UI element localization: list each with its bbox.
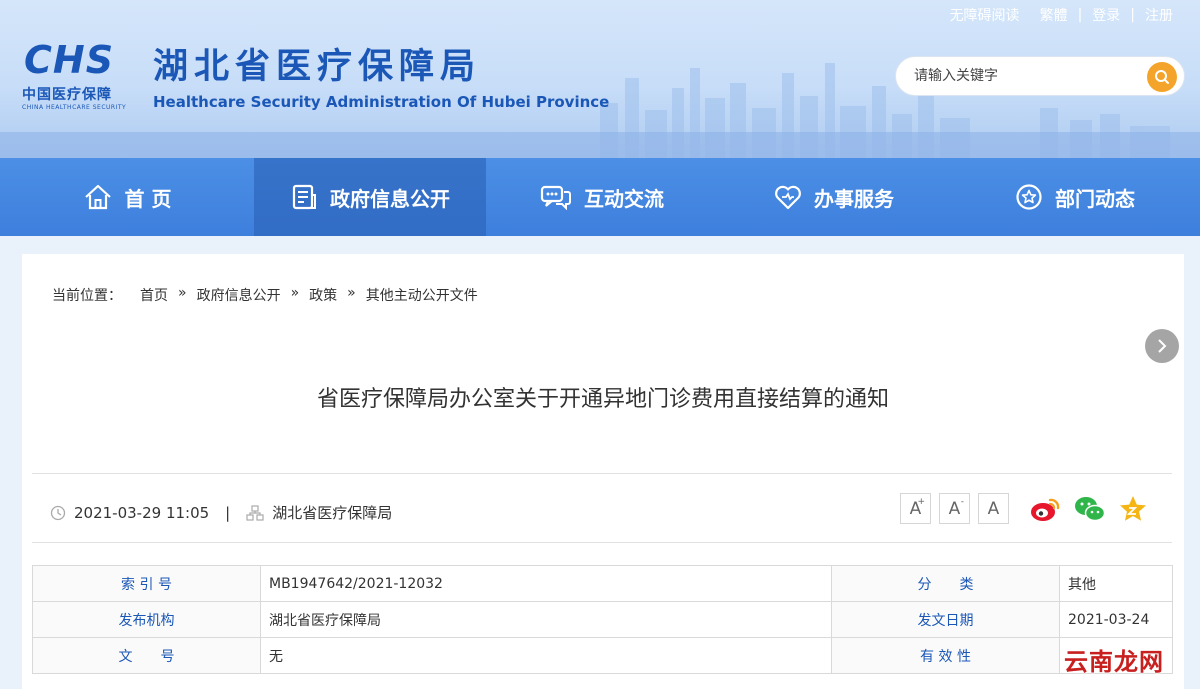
watermark-logo: 云南龙网: [1064, 648, 1164, 676]
document-source: 湖北省医疗保障局: [272, 504, 393, 522]
nav-item-interaction[interactable]: 互动交流: [486, 158, 718, 236]
top-links: 无障碍阅读 繁體 | 登录 | 注册: [950, 5, 1173, 25]
table-value: MB1947642/2021-12032: [260, 565, 832, 602]
search-box: [895, 56, 1185, 96]
table-key: 发文日期: [831, 601, 1060, 638]
table-key: 索 引 号: [32, 565, 261, 602]
breadcrumb-government-info[interactable]: 政府信息公开: [197, 285, 281, 305]
logo-english-name: CHINA HEALTHCARE SECURITY: [22, 104, 127, 111]
nav-item-government-info[interactable]: 政府信息公开: [254, 158, 486, 236]
font-increase-button[interactable]: A +: [900, 493, 931, 524]
table-row: 索 引 号 MB1947642/2021-12032 分 类 其他: [32, 565, 1173, 602]
chat-icon: [540, 185, 571, 210]
breadcrumb-separator: »: [178, 285, 187, 301]
breadcrumb: 当前位置： 首页 » 政府信息公开 » 政策 » 其他主动公开文件: [52, 285, 478, 305]
breadcrumb-label: 当前位置：: [52, 288, 122, 304]
font-reset-button[interactable]: A: [978, 493, 1009, 524]
table-row: 文 号 无 有 效 性: [32, 637, 1173, 674]
font-btn-label: A: [987, 498, 1000, 519]
register-link[interactable]: 注册: [1145, 5, 1173, 25]
site-header: 无障碍阅读 繁體 | 登录 | 注册 CHS 中国医疗保障 CHINA HEAL…: [0, 0, 1200, 158]
document-meta: 2021-03-29 11:05 | 湖北省医疗保障局: [50, 502, 392, 523]
site-title: 湖北省医疗保障局: [153, 47, 482, 87]
share-bar: [1030, 494, 1160, 524]
wechat-icon: [1075, 497, 1106, 522]
breadcrumb-other-files[interactable]: 其他主动公开文件: [366, 285, 478, 305]
chs-logo-mark: CHS: [24, 38, 114, 82]
nav-label: 部门动态: [1055, 186, 1135, 211]
table-value: 湖北省医疗保障局: [260, 601, 832, 638]
nav-label: 政府信息公开: [330, 186, 450, 211]
home-icon: [84, 184, 111, 210]
breadcrumb-separator: »: [290, 285, 300, 301]
heart-icon: [775, 185, 801, 210]
document-title: 省医疗保障局办公室关于开通异地门诊费用直接结算的通知: [316, 387, 889, 412]
table-key: 有 效 性: [831, 637, 1060, 674]
traditional-chinese-link[interactable]: 繁體: [1040, 5, 1068, 25]
favorite-star-icon: [1120, 496, 1146, 521]
table-value: 无: [260, 637, 832, 674]
logo-mark-text: CHS: [24, 40, 114, 78]
table-value: 2021-03-24: [1059, 601, 1173, 638]
document-info-table: 索 引 号 MB1947642/2021-12032 分 类 其他 发布机构 湖…: [32, 565, 1173, 674]
table-value: 其他: [1059, 565, 1173, 602]
organization-icon: [246, 504, 264, 521]
chs-logo[interactable]: CHS 中国医疗保障 CHINA HEALTHCARE SECURITY: [22, 38, 134, 111]
favorite-button[interactable]: [1118, 494, 1148, 524]
nav-item-services[interactable]: 办事服务: [718, 158, 950, 236]
divider: [32, 542, 1172, 543]
chevron-right-icon: [1158, 339, 1167, 353]
font-btn-label: A: [948, 498, 961, 519]
table-row: 发布机构 湖北省医疗保障局 发文日期 2021-03-24: [32, 601, 1173, 638]
search-input[interactable]: [914, 66, 1134, 86]
article-card: 当前位置： 首页 » 政府信息公开 » 政策 » 其他主动公开文件 省医疗保障局…: [22, 254, 1184, 689]
login-link[interactable]: 登录: [1092, 5, 1120, 25]
breadcrumb-home[interactable]: 首页: [140, 285, 168, 305]
nav-label: 互动交流: [584, 186, 664, 211]
weibo-share-button[interactable]: [1030, 495, 1062, 523]
separator: |: [225, 503, 231, 522]
separator: |: [1130, 7, 1135, 23]
accessible-reading-link[interactable]: 无障碍阅读: [950, 5, 1020, 25]
clock-icon: [50, 505, 66, 520]
publish-datetime: 2021-03-29 11:05: [74, 503, 210, 522]
site-subtitle: Healthcare Security Administration Of Hu…: [153, 93, 610, 111]
wechat-share-button[interactable]: [1074, 495, 1106, 523]
document-icon: [292, 184, 316, 210]
nav-label: 首 页: [124, 186, 172, 211]
main-nav: 首 页 政府信息公开 互动交流 办事服务 部门动态: [0, 158, 1200, 236]
nav-item-home[interactable]: 首 页: [0, 158, 254, 236]
next-article-button[interactable]: [1145, 329, 1179, 363]
search-icon: [1155, 70, 1169, 84]
table-key: 文 号: [32, 637, 261, 674]
separator: |: [1077, 7, 1083, 23]
weibo-icon: [1031, 498, 1060, 521]
nav-item-department-news[interactable]: 部门动态: [950, 158, 1200, 236]
nav-label: 办事服务: [814, 186, 894, 211]
font-size-controls: A + A- A: [900, 493, 1017, 524]
breadcrumb-policy[interactable]: 政策: [309, 285, 337, 305]
logo-chinese-name: 中国医疗保障: [22, 87, 112, 103]
star-icon: [1016, 184, 1042, 210]
table-key: 发布机构: [32, 601, 261, 638]
font-decrease-button[interactable]: A-: [939, 493, 970, 524]
table-key: 分 类: [831, 565, 1060, 602]
breadcrumb-separator: »: [347, 285, 356, 301]
divider: [32, 473, 1172, 474]
search-button[interactable]: [1147, 62, 1177, 92]
